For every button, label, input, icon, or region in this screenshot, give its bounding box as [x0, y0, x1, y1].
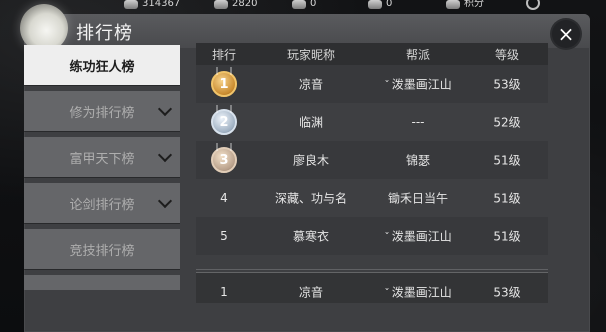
- rank-3-medal-icon: 3: [211, 147, 237, 173]
- table-row[interactable]: 2 临渊 --- 52级: [196, 103, 548, 141]
- rank-number: 5: [220, 229, 228, 243]
- leaderboard-table: 排行 玩家昵称 帮派 等级 1 凉音 ˇ 泼墨画江山 53级 2 临渊 --- 5…: [196, 43, 548, 303]
- player-level: 51级: [493, 191, 521, 206]
- player-level: 52级: [493, 115, 521, 130]
- currency-value: 2820: [232, 0, 258, 9]
- player-level: 51级: [493, 229, 521, 244]
- table-row[interactable]: 1 凉音 ˇ 泼墨画江山 53级: [196, 65, 548, 103]
- table-row[interactable]: 5 慕寒衣 ˇ 泼墨画江山 51级: [196, 217, 548, 255]
- guild-name: 锦瑟: [405, 153, 430, 168]
- table-row[interactable]: 4 深藏、功与名 锄禾日当午 51级: [196, 179, 548, 217]
- chevron-down-icon: [157, 101, 173, 117]
- token-icon: [292, 0, 306, 9]
- table-header: 排行 玩家昵称 帮派 等级: [196, 43, 548, 65]
- table-row[interactable]: 3 廖良木 锦瑟 51级: [196, 141, 548, 179]
- currency-value: 0: [310, 0, 317, 9]
- player-name: 凉音: [298, 77, 323, 92]
- currency-ticket: 0: [368, 0, 392, 9]
- guild-mark-icon: ˇ: [384, 286, 390, 300]
- rank-1-medal-icon: 1: [211, 71, 237, 97]
- chevron-down-icon: [157, 147, 173, 163]
- currency-value: 314367: [142, 0, 181, 9]
- divider: [196, 269, 548, 270]
- guild-name: 锄禾日当午: [387, 191, 448, 206]
- currency-points: 积分: [446, 0, 484, 9]
- currency-bar: 314367 2820 0 0 积分: [0, 0, 606, 10]
- header-level: 等级: [494, 48, 519, 62]
- tab-label: 富甲天下榜: [69, 151, 135, 167]
- currency-token: 0: [292, 0, 316, 9]
- player-name: 深藏、功与名: [274, 191, 347, 206]
- coin-icon: [124, 0, 138, 9]
- header-guild: 帮派: [405, 48, 430, 62]
- tab-duel-rank[interactable]: 论剑排行榜: [24, 183, 180, 223]
- points-icon: [446, 0, 460, 9]
- player-name: 廖良木: [292, 153, 329, 168]
- tab-label: 修为排行榜: [69, 105, 135, 121]
- player-level: 53级: [493, 285, 521, 300]
- tab-label: 练功狂人榜: [69, 59, 135, 75]
- tab-arena-rank[interactable]: 竞技排行榜: [24, 229, 180, 269]
- currency-coins: 314367: [124, 0, 180, 9]
- close-icon: ×: [557, 22, 575, 46]
- gem-icon: [214, 0, 228, 9]
- player-name: 临渊: [298, 115, 323, 130]
- rank-number: 1: [220, 285, 228, 299]
- guild-name: ˇ 泼墨画江山: [384, 285, 452, 300]
- tab-label: 论剑排行榜: [69, 197, 135, 213]
- currency-value: 0: [386, 0, 393, 9]
- guild-name: ---: [411, 115, 425, 129]
- header-rank: 排行: [211, 48, 236, 62]
- page-title: 排行榜: [76, 23, 133, 44]
- tab-training-rank[interactable]: 练功狂人榜: [24, 45, 180, 85]
- tab-cultivation-rank[interactable]: 修为排行榜: [24, 91, 180, 131]
- player-level: 51级: [493, 153, 521, 168]
- close-button[interactable]: ×: [552, 20, 580, 48]
- guild-name: ˇ 泼墨画江山: [384, 77, 452, 92]
- player-name: 慕寒衣: [292, 229, 329, 244]
- chevron-down-icon: [157, 193, 173, 209]
- header-name: 玩家昵称: [286, 48, 335, 62]
- currency-value: 积分: [464, 0, 484, 9]
- player-level: 53级: [493, 77, 521, 92]
- rank-number: 4: [220, 191, 228, 205]
- rank-2-medal-icon: 2: [211, 109, 237, 135]
- currency-gems: 2820: [214, 0, 257, 9]
- guild-mark-icon: ˇ: [384, 230, 390, 244]
- guild-mark-icon: ˇ: [384, 78, 390, 92]
- tab-label: 竞技排行榜: [69, 243, 135, 259]
- tab-more[interactable]: [24, 275, 180, 290]
- guild-name: ˇ 泼墨画江山: [384, 229, 452, 244]
- player-name: 凉音: [298, 285, 323, 300]
- settings-gear-icon[interactable]: [526, 0, 540, 10]
- my-rank-row[interactable]: 1 凉音 ˇ 泼墨画江山 53级: [196, 273, 548, 303]
- ranking-category-list: 练功狂人榜 修为排行榜 富甲天下榜 论剑排行榜 竞技排行榜: [24, 45, 180, 290]
- ticket-icon: [368, 0, 382, 9]
- tab-wealth-rank[interactable]: 富甲天下榜: [24, 137, 180, 177]
